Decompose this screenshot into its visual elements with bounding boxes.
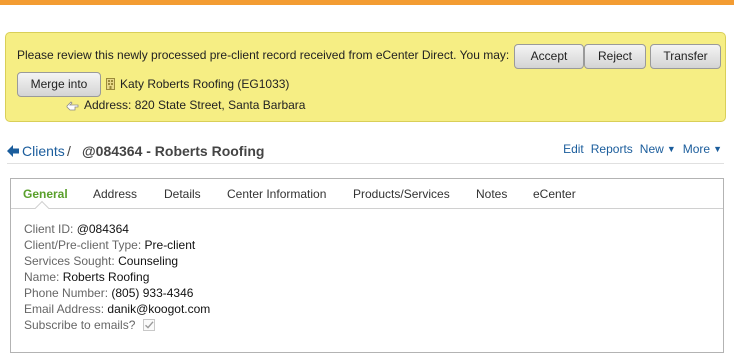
transfer-button[interactable]: Transfer (650, 44, 721, 69)
field-label: Client ID: (24, 222, 74, 236)
more-menu-label: More (682, 142, 711, 156)
tab-center-information[interactable]: Center Information (227, 187, 326, 201)
field-label: Phone Number: (24, 286, 109, 300)
active-tab-pointer (34, 200, 50, 216)
chevron-down-icon: ▼ (666, 144, 676, 154)
field-value: (805) 933-4346 (111, 286, 194, 300)
field-name: Name: Roberts Roofing (24, 269, 210, 285)
field-label: Name: (24, 270, 60, 284)
tab-ecenter[interactable]: eCenter (533, 187, 576, 201)
chevron-down-icon: ▼ (713, 144, 722, 154)
field-label: Client/Pre-client Type: (24, 238, 142, 252)
field-client-id: Client ID: @084364 (24, 221, 210, 237)
field-value: Counseling (118, 254, 179, 268)
field-phone-number: Phone Number: (805) 933-4346 (24, 285, 210, 301)
page-title: @084364 - Roberts Roofing (82, 143, 265, 159)
field-value: danik@koogot.com (107, 302, 211, 316)
building-icon (106, 78, 115, 90)
tab-details[interactable]: Details (164, 187, 201, 201)
breadcrumb-separator: / (67, 143, 71, 159)
accept-button[interactable]: Accept (514, 44, 584, 69)
field-client-type: Client/Pre-client Type: Pre-client (24, 237, 210, 253)
field-value: Pre-client (144, 238, 196, 252)
field-label: Email Address: (24, 302, 105, 316)
field-label: Services Sought: (24, 254, 115, 268)
top-accent-bar (0, 0, 734, 5)
general-fields: Client ID: @084364 Client/Pre-client Typ… (24, 221, 210, 333)
tab-products-services[interactable]: Products/Services (353, 187, 450, 201)
arrow-left-icon[interactable] (7, 145, 19, 157)
notice-message: Please review this newly processed pre-c… (17, 48, 510, 62)
more-menu[interactable]: More ▼ (683, 142, 722, 156)
merge-target-address: Address: 820 State Street, Santa Barbara (66, 98, 305, 112)
tab-bar: General Address Details Center Informati… (11, 179, 723, 216)
record-panel: General Address Details Center Informati… (10, 178, 724, 353)
field-subscribe-emails: Subscribe to emails? (24, 317, 210, 333)
pointing-hand-icon (66, 100, 79, 110)
edit-link[interactable]: Edit (563, 142, 584, 156)
tab-general[interactable]: General (23, 187, 68, 201)
new-menu-label: New (639, 142, 664, 156)
reports-link[interactable]: Reports (591, 142, 633, 156)
checkbox-checked-icon[interactable] (142, 319, 155, 331)
field-services-sought: Services Sought: Counseling (24, 253, 210, 269)
reject-button[interactable]: Reject (584, 44, 646, 69)
field-label: Subscribe to emails? (24, 318, 136, 332)
field-email-address: Email Address: danik@koogot.com (24, 301, 210, 317)
review-notice: Please review this newly processed pre-c… (5, 32, 726, 122)
merge-into-button[interactable]: Merge into (17, 72, 101, 97)
tab-address[interactable]: Address (93, 187, 137, 201)
record-actions: Edit Reports New ▼ More ▼ (556, 142, 722, 156)
field-value: Roberts Roofing (62, 270, 150, 284)
merge-target-record: Katy Roberts Roofing (EG1033) (106, 77, 289, 91)
new-menu[interactable]: New ▼ (640, 142, 676, 156)
record-header: Clients / @084364 - Roberts Roofing Edit… (7, 142, 724, 164)
field-value: @084364 (76, 222, 129, 236)
merge-target-address-text: Address: 820 State Street, Santa Barbara (84, 98, 306, 112)
breadcrumb-clients-link[interactable]: Clients (22, 143, 65, 159)
merge-target-name: Katy Roberts Roofing (EG1033) (120, 77, 290, 91)
tab-notes[interactable]: Notes (476, 187, 507, 201)
